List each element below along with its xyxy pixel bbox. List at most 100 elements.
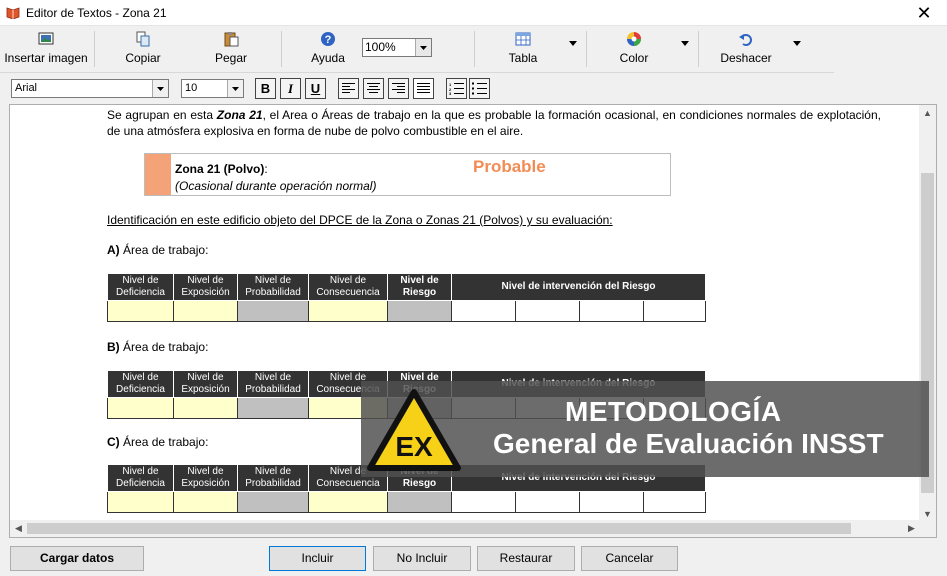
cell-exposicion[interactable]: [173, 491, 238, 513]
zone-color-swatch: [145, 154, 171, 195]
numbered-list-icon: 123: [449, 82, 464, 96]
format-toolbar: Arial 10 B I U 123: [0, 76, 947, 102]
chevron-down-icon[interactable]: [415, 39, 431, 56]
cell-probabilidad: [237, 397, 309, 419]
zoom-select[interactable]: 100%: [362, 38, 432, 57]
bullet-list-icon: [472, 82, 487, 95]
scroll-right-icon[interactable]: ▶: [903, 520, 920, 537]
cell-exposicion[interactable]: [173, 300, 238, 322]
cell-intervencion[interactable]: [515, 491, 580, 513]
cell-riesgo: [387, 300, 452, 322]
font-size-select[interactable]: 10: [181, 79, 244, 98]
editor-window: Editor de Textos - Zona 21 ✕ Insertar im…: [0, 0, 947, 576]
scroll-left-icon[interactable]: ◀: [10, 520, 27, 537]
align-center-button[interactable]: [363, 78, 384, 99]
book-icon: [6, 7, 20, 19]
undo-icon: [739, 34, 752, 46]
header-probabilidad: Nivel de Probabilidad: [237, 273, 309, 301]
svg-text:3: 3: [449, 91, 452, 95]
header-deficiencia: Nivel de Deficiencia: [107, 464, 174, 492]
zone-description: (Ocasional durante operación normal): [175, 179, 377, 193]
bullet-list-button[interactable]: [469, 78, 490, 99]
horizontal-scrollbar[interactable]: ◀ ▶: [10, 520, 920, 537]
paste-icon: [224, 32, 239, 47]
window-title: Editor de Textos - Zona 21: [26, 6, 167, 20]
toolbar-separator: [281, 31, 282, 67]
table-dropdown-icon[interactable]: [569, 41, 577, 47]
banner-line-1: METODOLOGÍA: [565, 396, 782, 427]
undo-button[interactable]: Deshacer: [718, 29, 774, 69]
cancel-button[interactable]: Cancelar: [581, 546, 678, 571]
help-icon: ?: [321, 32, 335, 46]
justify-button[interactable]: [413, 78, 434, 99]
main-toolbar: Insertar imagen Copiar Pegar ? Ayuda 100…: [0, 27, 834, 73]
header-deficiencia: Nivel de Deficiencia: [107, 370, 174, 398]
scroll-corner: [919, 520, 936, 537]
close-button[interactable]: ✕: [901, 0, 947, 26]
risk-table-a: Nivel de Deficiencia Nivel de Exposición N…: [107, 273, 706, 322]
cell-consecuencia[interactable]: [308, 491, 388, 513]
font-select[interactable]: Arial: [11, 79, 169, 98]
cell-probabilidad: [237, 491, 309, 513]
copy-button[interactable]: Copiar: [118, 29, 168, 69]
justify-icon: [417, 83, 430, 93]
color-button[interactable]: Color: [612, 29, 656, 69]
table-icon: [515, 32, 531, 46]
header-probabilidad: Nivel de Probabilidad: [237, 370, 309, 398]
cell-intervencion[interactable]: [643, 300, 706, 322]
cell-intervencion[interactable]: [579, 491, 644, 513]
header-exposicion: Nivel de Exposición: [173, 464, 238, 492]
align-right-button[interactable]: [388, 78, 409, 99]
header-intervencion: Nivel de intervención del Riesgo: [451, 273, 706, 301]
undo-dropdown-icon[interactable]: [793, 41, 801, 47]
cell-deficiencia[interactable]: [107, 300, 174, 322]
bold-button[interactable]: B: [255, 78, 276, 99]
chevron-down-icon[interactable]: [227, 80, 243, 97]
cell-intervencion[interactable]: [579, 300, 644, 322]
table-button[interactable]: Tabla: [502, 29, 544, 69]
color-dropdown-icon[interactable]: [681, 41, 689, 47]
cell-deficiencia[interactable]: [107, 397, 174, 419]
load-data-button[interactable]: Cargar datos: [10, 546, 144, 571]
header-consecuencia: Nivel de Consecuencia: [308, 273, 388, 301]
cell-intervencion[interactable]: [451, 491, 516, 513]
area-title-b: B) Área de trabajo:: [107, 340, 209, 354]
header-deficiencia: Nivel de Deficiencia: [107, 273, 174, 301]
help-button[interactable]: ? Ayuda: [304, 29, 352, 69]
chevron-down-icon[interactable]: [152, 80, 168, 97]
cell-intervencion[interactable]: [643, 491, 706, 513]
exclude-button[interactable]: No Incluir: [373, 546, 471, 571]
underline-button[interactable]: U: [305, 78, 326, 99]
header-exposicion: Nivel de Exposición: [173, 273, 238, 301]
include-button[interactable]: Incluir: [269, 546, 366, 571]
image-icon: [38, 32, 54, 45]
title-bar: Editor de Textos - Zona 21 ✕: [0, 0, 947, 26]
header-riesgo: Nivel deRiesgo: [387, 273, 452, 301]
cell-intervencion[interactable]: [451, 300, 516, 322]
copy-icon: [136, 31, 150, 47]
header-probabilidad: Nivel de Probabilidad: [237, 464, 309, 492]
cell-exposicion[interactable]: [173, 397, 238, 419]
italic-button[interactable]: I: [280, 78, 301, 99]
area-title-a: A) Área de trabajo:: [107, 243, 209, 257]
insert-image-button[interactable]: Insertar imagen: [2, 29, 90, 69]
cell-consecuencia[interactable]: [308, 300, 388, 322]
scroll-thumb[interactable]: [27, 523, 851, 534]
cell-deficiencia[interactable]: [107, 491, 174, 513]
cell-intervencion[interactable]: [515, 300, 580, 322]
numbered-list-button[interactable]: 123: [446, 78, 467, 99]
scroll-up-icon[interactable]: ▲: [919, 105, 936, 122]
toolbar-separator: [94, 31, 95, 67]
zone-name: Zona 21 (Polvo):: [175, 162, 268, 176]
ex-logo-text: EX: [395, 431, 433, 462]
paste-button[interactable]: Pegar: [208, 29, 254, 69]
banner-line-2: General de Evaluación INSST: [493, 428, 884, 459]
align-center-icon: [367, 83, 380, 93]
toolbar-separator: [698, 31, 699, 67]
intro-paragraph: Se agrupan en esta Zona 21, el Area o Ár…: [107, 108, 881, 138]
cell-riesgo: [387, 491, 452, 513]
color-wheel-icon: [627, 32, 641, 46]
align-left-button[interactable]: [338, 78, 359, 99]
svg-text:?: ?: [325, 34, 332, 46]
restore-button[interactable]: Restaurar: [477, 546, 575, 571]
